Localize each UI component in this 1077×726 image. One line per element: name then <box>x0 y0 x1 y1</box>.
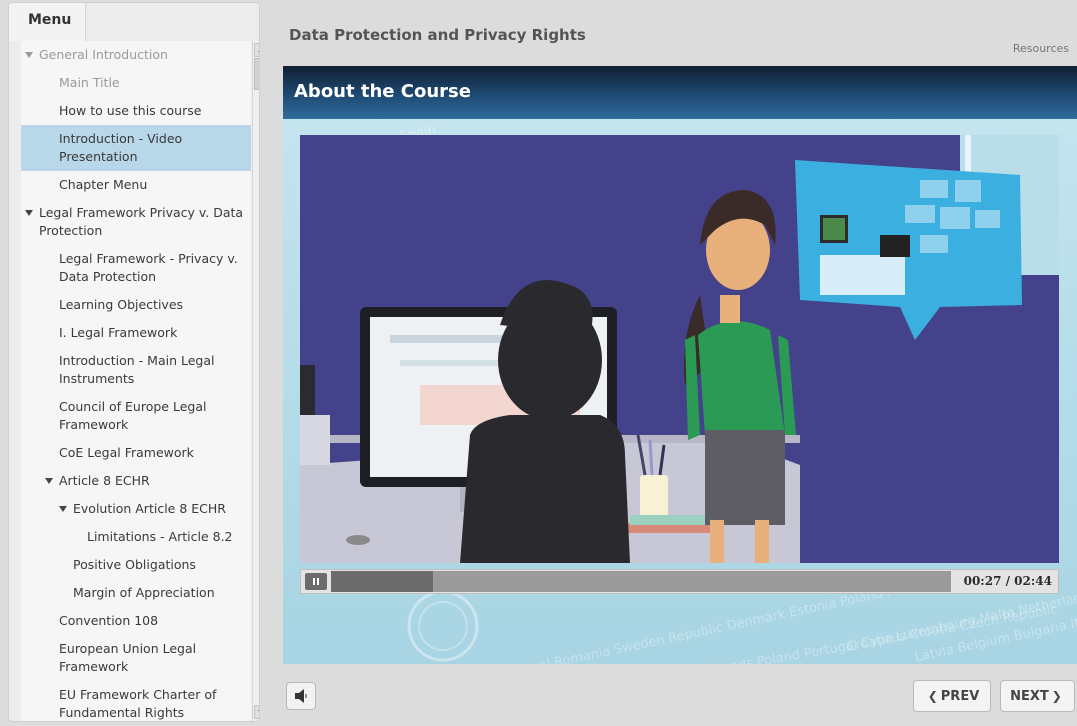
caret-down-icon[interactable] <box>59 506 67 512</box>
menu-item-label: CoE Legal Framework <box>59 445 194 460</box>
menu-item[interactable]: I. Legal Framework <box>21 319 251 347</box>
slide-header: About the Course <box>283 66 1077 119</box>
menu-item[interactable]: Learning Objectives <box>21 291 251 319</box>
video-illustration <box>300 135 1059 563</box>
video-controls: 00:27 / 02:44 <box>300 569 1059 594</box>
menu-item[interactable]: Margin of Appreciation <box>21 579 251 607</box>
menu-item-label: Chapter Menu <box>59 177 148 192</box>
menu-item[interactable]: Convention 108 <box>21 607 251 635</box>
menu-item[interactable]: Legal Framework - Privacy v. Data Protec… <box>21 245 251 291</box>
menu-item-label: Legal Framework Privacy v. Data Protecti… <box>39 205 244 238</box>
chevron-left-icon: ❮ <box>927 689 938 703</box>
video-frame[interactable] <box>300 135 1059 563</box>
menu-item[interactable]: Introduction - Main Legal Instruments <box>21 347 251 393</box>
menu-item-label: European Union Legal Framework <box>59 641 197 674</box>
menu-item-label: Learning Objectives <box>59 297 184 312</box>
menu-item[interactable]: Limitations - Article 8.2 <box>21 523 251 551</box>
prev-button[interactable]: ❮ PREV <box>913 680 991 712</box>
caret-down-icon[interactable] <box>45 478 53 484</box>
menu-item-label: Convention 108 <box>59 613 159 628</box>
menu-item[interactable]: Introduction - Video Presentation <box>21 125 251 171</box>
menu-item-label: Council of Europe Legal Framework <box>59 399 207 432</box>
menu-item[interactable]: Chapter Menu <box>21 171 251 199</box>
menu-item-label: EU Framework Charter of Fundamental Righ… <box>59 687 217 720</box>
menu-item-label: Main Title <box>59 75 120 90</box>
next-label: NEXT <box>1010 689 1049 704</box>
course-player: Menu General Introduction Main Title How t… <box>0 0 1077 726</box>
menu-item-label: Legal Framework - Privacy v. Data Protec… <box>59 251 238 284</box>
menu-item[interactable]: Main Title <box>21 69 251 97</box>
menu-item-label: How to use this course <box>59 103 202 118</box>
audio-toggle-button[interactable] <box>286 682 316 710</box>
chevron-right-icon: ❯ <box>1051 689 1062 703</box>
menu-tab[interactable]: Menu <box>9 3 87 41</box>
menu-list: General Introduction Main Title How to use… <box>21 41 251 721</box>
pause-icon <box>313 578 315 585</box>
caret-down-icon[interactable] <box>25 210 33 216</box>
resources-link[interactable]: Resources <box>1013 42 1069 55</box>
menu-scrollbar[interactable] <box>252 41 259 721</box>
scroll-up-button[interactable] <box>254 43 259 57</box>
seek-bar-progress <box>331 571 433 592</box>
menu-item-label: Positive Obligations <box>73 557 196 572</box>
menu-item[interactable]: How to use this course <box>21 97 251 125</box>
pause-icon-bar <box>317 578 319 585</box>
caret-down-icon[interactable] <box>25 52 33 58</box>
menu-item-label: Margin of Appreciation <box>73 585 215 600</box>
slide-stage: France Greece Spain Portugal Romania Swe… <box>283 66 1077 664</box>
prev-label: PREV <box>940 689 980 704</box>
pause-button[interactable] <box>305 573 327 590</box>
menu-item-label: Introduction - Video Presentation <box>59 131 183 164</box>
course-title: Data Protection and Privacy Rights <box>289 26 586 44</box>
arrow-up-icon <box>258 48 259 52</box>
menu-item[interactable]: Council of Europe Legal Framework <box>21 393 251 439</box>
menu-item[interactable]: CoE Legal Framework <box>21 439 251 467</box>
menu-item[interactable]: Legal Framework Privacy v. Data Protecti… <box>21 199 251 245</box>
menu-item[interactable]: EU Framework Charter of Fundamental Righ… <box>21 681 251 721</box>
menu-item[interactable]: Article 8 ECHR <box>21 467 251 495</box>
menu-item-label: Introduction - Main Legal Instruments <box>59 353 215 386</box>
scroll-thumb[interactable] <box>254 58 259 90</box>
next-button[interactable]: NEXT ❯ <box>1000 680 1075 712</box>
menu-item[interactable]: Positive Obligations <box>21 551 251 579</box>
menu-item-label: Evolution Article 8 ECHR <box>73 501 226 516</box>
menu-item-label: Limitations - Article 8.2 <box>87 529 233 544</box>
menu-item-label: Article 8 ECHR <box>59 473 150 488</box>
menu-item[interactable]: Evolution Article 8 ECHR <box>21 495 251 523</box>
menu-sidebar: Menu General Introduction Main Title How t… <box>8 2 260 722</box>
menu-item-label: I. Legal Framework <box>59 325 178 340</box>
slide-title: About the Course <box>294 81 471 102</box>
menu-item[interactable]: General Introduction <box>21 41 251 69</box>
speaker-icon <box>295 689 307 703</box>
time-display: 00:27 / 02:44 <box>963 574 1052 588</box>
scroll-down-button[interactable] <box>254 705 259 719</box>
menu-item[interactable]: European Union Legal Framework <box>21 635 251 681</box>
seal-watermark-icon <box>407 590 479 662</box>
menu-item-label: General Introduction <box>39 47 168 62</box>
seek-bar[interactable] <box>331 571 951 592</box>
arrow-down-icon <box>258 710 259 714</box>
